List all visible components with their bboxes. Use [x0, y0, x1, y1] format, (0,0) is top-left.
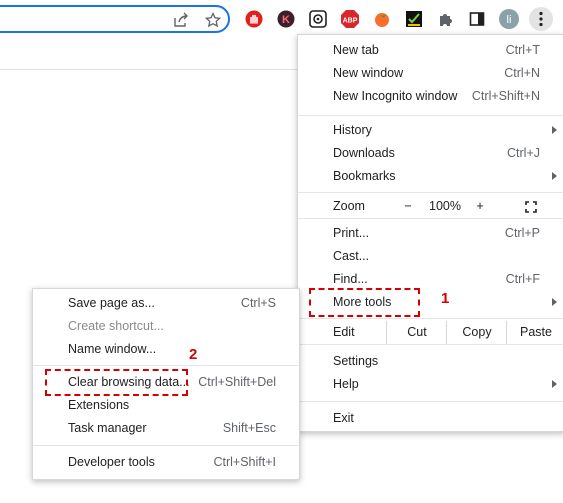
red-hand-extension-icon[interactable]	[244, 9, 264, 29]
find-shortcut: Ctrl+F	[505, 272, 540, 286]
zoom-row: Zoom − 100% +	[298, 195, 563, 218]
help-label: Help	[333, 377, 359, 391]
highlight-clear-browsing-data	[45, 369, 188, 396]
puzzle-extensions-icon[interactable]	[436, 9, 456, 29]
menu-separator	[298, 218, 563, 219]
create-shortcut-label: Create shortcut...	[68, 319, 164, 333]
menu-item-history[interactable]: History	[298, 119, 563, 142]
menu-item-new-tab[interactable]: New tab Ctrl+T	[298, 39, 563, 62]
history-label: History	[333, 123, 372, 137]
side-panel-icon[interactable]	[467, 9, 487, 29]
menu-item-print[interactable]: Print... Ctrl+P	[298, 222, 563, 245]
spiral-extension-icon[interactable]	[308, 9, 328, 29]
zoom-in-button[interactable]: +	[472, 199, 488, 213]
highlight-more-tools	[309, 288, 420, 317]
adblock-plus-icon[interactable]: ABP	[340, 9, 360, 29]
menu-item-help[interactable]: Help	[298, 373, 563, 396]
save-page-label: Save page as...	[68, 296, 155, 310]
save-page-shortcut: Ctrl+S	[240, 296, 276, 310]
chevron-right-icon	[552, 126, 557, 134]
menu-separator	[33, 365, 299, 366]
cast-label: Cast...	[333, 249, 370, 263]
downloads-shortcut: Ctrl+J	[507, 146, 540, 160]
menu-separator	[298, 192, 563, 193]
task-manager-label: Task manager	[68, 421, 147, 435]
task-manager-shortcut: Shift+Esc	[222, 421, 276, 435]
fullscreen-icon[interactable]	[525, 201, 537, 213]
edit-label: Edit	[333, 325, 355, 339]
paste-button[interactable]: Paste	[506, 321, 563, 344]
checkmark-extension-icon[interactable]	[404, 9, 424, 29]
chevron-right-icon	[552, 172, 557, 180]
new-tab-label: New tab	[333, 43, 379, 57]
new-window-label: New window	[333, 66, 404, 80]
menu-item-exit[interactable]: Exit	[298, 407, 563, 430]
menu-separator	[298, 115, 563, 116]
bookmark-star-icon[interactable]	[204, 11, 222, 29]
copy-button[interactable]: Copy	[446, 321, 507, 344]
cut-button[interactable]: Cut	[386, 321, 447, 344]
menu-item-new-incognito[interactable]: New Incognito window Ctrl+Shift+N	[298, 85, 563, 108]
menu-item-cast[interactable]: Cast...	[298, 245, 563, 268]
share-icon[interactable]	[172, 11, 190, 29]
print-label: Print...	[333, 226, 370, 240]
bookmarks-label: Bookmarks	[333, 169, 396, 183]
zoom-out-button[interactable]: −	[400, 199, 416, 213]
menu-separator	[298, 401, 563, 402]
extensions-label: Extensions	[68, 398, 130, 412]
step-number-2: 2	[189, 346, 198, 363]
k-extension-icon[interactable]: K	[276, 9, 296, 29]
clear-browsing-shortcut: Ctrl+Shift+Del	[198, 375, 276, 389]
menu-item-bookmarks[interactable]: Bookmarks	[298, 165, 563, 188]
submenu-item-task-manager[interactable]: Task manager Shift+Esc	[33, 417, 299, 440]
new-tab-shortcut: Ctrl+T	[505, 43, 540, 57]
edit-row: Edit Cut Copy Paste	[298, 321, 563, 344]
menu-item-new-window[interactable]: New window Ctrl+N	[298, 62, 563, 85]
zoom-label: Zoom	[333, 199, 365, 213]
find-label: Find...	[333, 272, 368, 286]
menu-item-settings[interactable]: Settings	[298, 350, 563, 373]
kebab-menu-icon[interactable]	[529, 7, 553, 31]
menu-item-downloads[interactable]: Downloads Ctrl+J	[298, 142, 563, 165]
new-incognito-shortcut: Ctrl+Shift+N	[471, 89, 540, 103]
new-incognito-label: New Incognito window	[333, 89, 458, 103]
chevron-right-icon	[552, 380, 557, 388]
submenu-item-developer-tools[interactable]: Developer tools Ctrl+Shift+I	[33, 451, 299, 474]
settings-label: Settings	[333, 354, 379, 368]
zoom-level: 100%	[429, 199, 461, 213]
step-number-1: 1	[441, 290, 450, 307]
menu-separator	[298, 318, 563, 319]
downloads-label: Downloads	[333, 146, 395, 160]
chevron-right-icon	[552, 298, 557, 306]
svg-text:K: K	[282, 14, 290, 26]
browser-toolbar: K ABP li	[0, 0, 563, 38]
print-shortcut: Ctrl+P	[504, 226, 540, 240]
exit-label: Exit	[333, 411, 354, 425]
svg-text:li: li	[507, 14, 512, 26]
developer-tools-shortcut: Ctrl+Shift+I	[213, 455, 276, 469]
submenu-item-extensions[interactable]: Extensions	[33, 394, 299, 417]
submenu-item-create-shortcut: Create shortcut...	[33, 315, 299, 338]
address-bar[interactable]	[0, 5, 230, 33]
submenu-item-save-page[interactable]: Save page as... Ctrl+S	[33, 292, 299, 315]
developer-tools-label: Developer tools	[68, 455, 155, 469]
new-window-shortcut: Ctrl+N	[504, 66, 540, 80]
menu-separator	[298, 344, 563, 345]
svg-text:ABP: ABP	[343, 18, 358, 25]
name-window-label: Name window...	[68, 342, 157, 356]
submenu-item-name-window[interactable]: Name window...	[33, 338, 299, 361]
profile-avatar[interactable]: li	[499, 9, 519, 29]
chrome-main-menu: New tab Ctrl+T New window Ctrl+N New Inc…	[297, 34, 563, 432]
tomato-extension-icon[interactable]	[372, 9, 392, 29]
menu-separator	[33, 445, 299, 446]
